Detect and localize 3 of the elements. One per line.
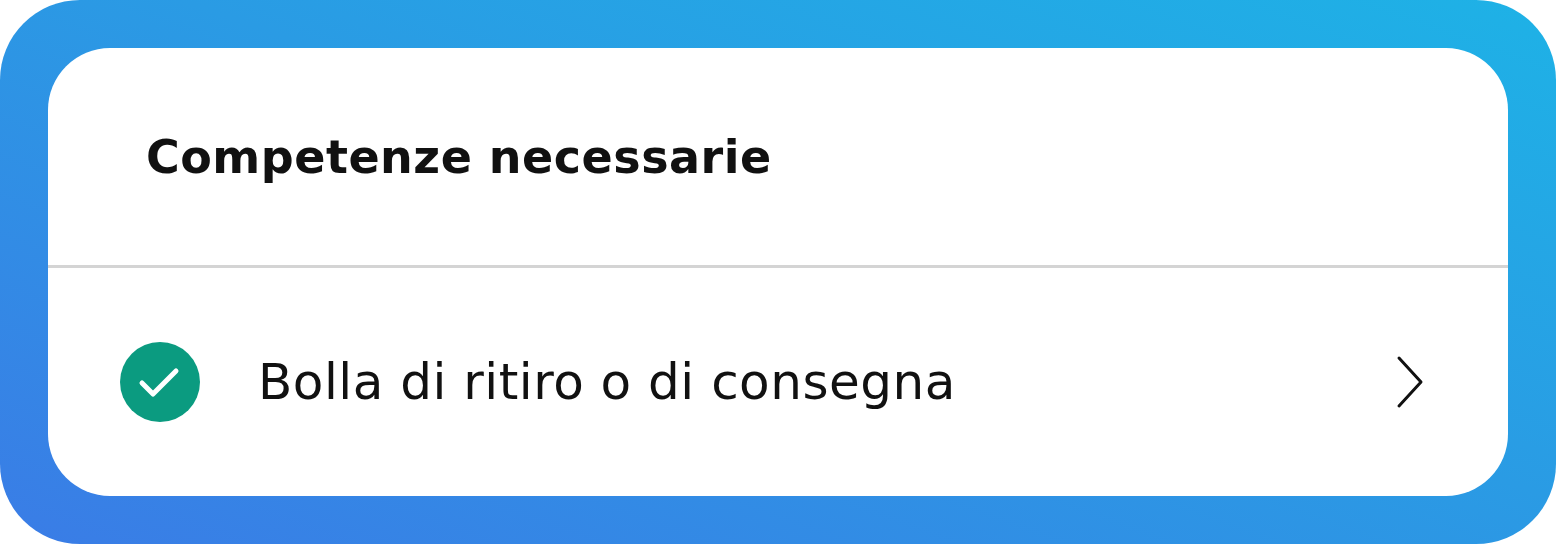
skill-item[interactable]: Bolla di ritiro o di consegna bbox=[48, 268, 1508, 496]
chevron-right-icon bbox=[1396, 355, 1424, 409]
card-title: Competenze necessarie bbox=[146, 129, 772, 184]
